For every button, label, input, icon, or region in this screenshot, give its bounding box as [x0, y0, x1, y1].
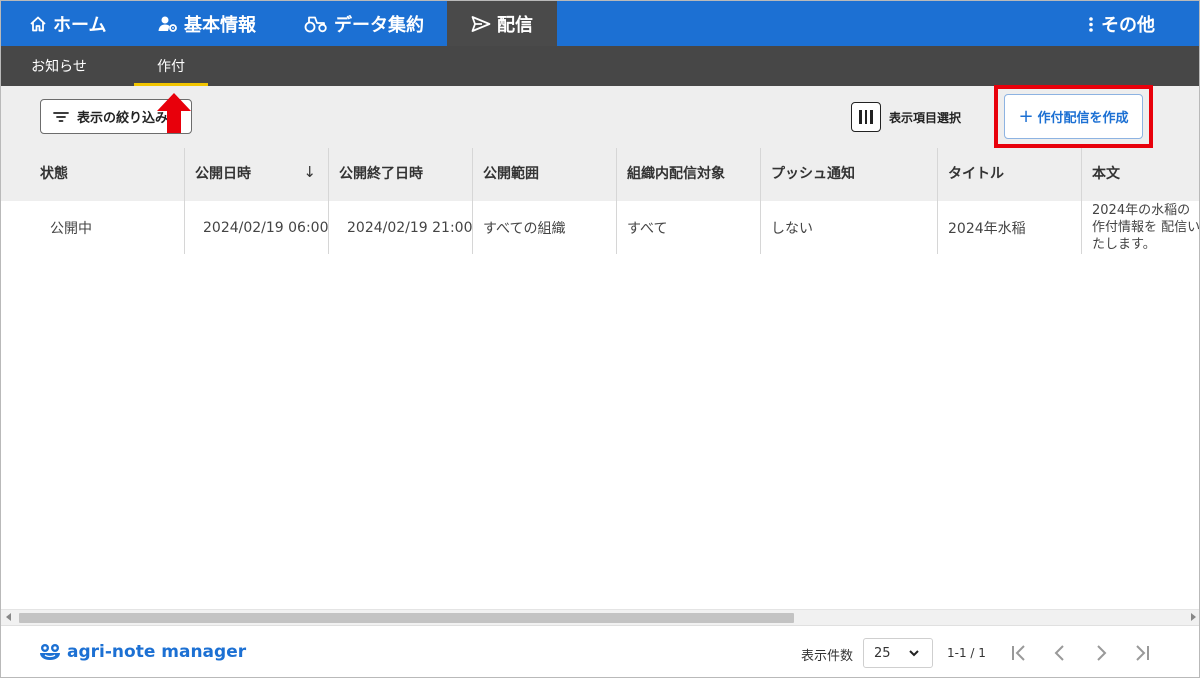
table-row[interactable]: 公開中 2024/02/19 06:00 2024/02/19 21:00 すべ…: [1, 201, 1199, 254]
column-header-status[interactable]: 状態: [1, 148, 184, 201]
cell-status: 公開中: [50, 220, 92, 237]
nav-delivery[interactable]: 配信: [447, 1, 557, 46]
create-sakuzuke-delivery-button[interactable]: + 作付配信を作成: [1004, 94, 1143, 139]
column-select-button[interactable]: 表示項目選択: [851, 102, 961, 132]
filter-button-label: 表示の絞り込み: [77, 111, 169, 126]
column-header-label: プッシュ通知: [771, 166, 855, 182]
column-header-label: 組織内配信対象: [627, 166, 725, 182]
footer: agri-note manager 表示件数 25 1-1 / 1: [1, 625, 1199, 677]
per-page-select[interactable]: 25: [863, 638, 933, 668]
subnav-sakuzuke-label: 作付: [157, 59, 185, 75]
nav-data-aggregation-label: データ集約: [334, 14, 424, 36]
home-icon: [30, 16, 46, 31]
prev-page-button[interactable]: [1048, 641, 1072, 665]
cell-publish-at: 2024/02/19 06:00: [184, 201, 328, 254]
column-header-label: タイトル: [948, 166, 1004, 182]
column-header-body[interactable]: 本文: [1081, 148, 1199, 201]
cell-publish-end: 2024/02/19 21:00: [328, 201, 472, 254]
sort-descending-icon[interactable]: ↓: [303, 165, 316, 180]
sub-nav: お知らせ 作付: [1, 46, 1199, 86]
send-icon: [471, 15, 491, 32]
nav-basic-info-label: 基本情報: [184, 14, 256, 36]
chevron-left-icon: [1054, 645, 1064, 661]
table-header: 状態 公開日時 ↓ 公開終了日時 公開範囲 組織内配信対象 プッシュ通知 タイト…: [1, 148, 1199, 201]
column-header-target[interactable]: 組織内配信対象: [616, 148, 760, 201]
last-page-icon: [1136, 645, 1149, 661]
scrollbar-thumb[interactable]: [19, 613, 794, 623]
app-window: ホーム 基本情報 データ集約 配信 その他 お知らせ 作付 表示の絞り込み 表示…: [0, 0, 1200, 678]
first-page-button[interactable]: [1007, 641, 1031, 665]
column-header-label: 公開日時: [195, 166, 251, 182]
pagination-range: 1-1 / 1: [947, 646, 986, 660]
nav-basic-info[interactable]: 基本情報: [158, 1, 256, 46]
create-button-label: 作付配信を作成: [1037, 111, 1129, 126]
cell-body: 2024年の水稲の作付情報を 配信いたします。: [1081, 201, 1199, 254]
per-page-value: 25: [874, 645, 891, 661]
plus-icon: +: [1018, 106, 1034, 127]
top-nav: ホーム 基本情報 データ集約 配信 その他: [1, 1, 1199, 46]
subnav-sakuzuke[interactable]: 作付: [134, 46, 208, 86]
last-page-button[interactable]: [1130, 641, 1154, 665]
columns-icon: [851, 102, 881, 132]
more-vertical-icon: [1089, 16, 1093, 32]
subnav-notices-label: お知らせ: [31, 59, 87, 75]
column-header-label: 状態: [40, 166, 68, 182]
column-select-label: 表示項目選択: [889, 110, 962, 125]
column-header-title[interactable]: タイトル: [937, 148, 1081, 201]
cell-scope: すべての組織: [472, 201, 616, 254]
nav-home-label: ホーム: [53, 14, 107, 36]
brand-name: agri-note manager: [67, 642, 247, 662]
nav-home[interactable]: ホーム: [29, 1, 106, 46]
filter-icon: [53, 111, 69, 122]
frog-logo-icon: [40, 644, 60, 660]
chevron-right-icon: [1097, 645, 1107, 661]
column-header-label: 公開範囲: [483, 166, 539, 182]
next-page-button[interactable]: [1089, 641, 1113, 665]
column-header-scope[interactable]: 公開範囲: [472, 148, 616, 201]
column-header-publish-end[interactable]: 公開終了日時: [328, 148, 472, 201]
scroll-right-icon[interactable]: [1191, 613, 1196, 621]
horizontal-scrollbar[interactable]: [1, 609, 1199, 625]
cell-title: 2024年水稲: [937, 201, 1081, 254]
column-header-label: 本文: [1092, 166, 1120, 182]
nav-delivery-label: 配信: [497, 14, 533, 36]
annotation-arrow-icon: [157, 93, 191, 133]
nav-more-label: その他: [1101, 14, 1155, 36]
scroll-left-icon[interactable]: [6, 613, 11, 621]
nav-more[interactable]: その他: [1087, 1, 1155, 46]
first-page-icon: [1012, 645, 1025, 661]
chevron-down-icon: [909, 650, 919, 657]
subnav-notices[interactable]: お知らせ: [17, 46, 101, 86]
user-settings-icon: [158, 16, 177, 32]
column-header-push[interactable]: プッシュ通知: [760, 148, 937, 201]
column-header-label: 公開終了日時: [339, 166, 423, 182]
column-header-publish-at[interactable]: 公開日時 ↓: [184, 148, 328, 201]
nav-data-aggregation[interactable]: データ集約: [304, 1, 424, 46]
cell-target: すべて: [616, 201, 760, 254]
brand-logo: agri-note manager: [39, 642, 246, 662]
per-page-label: 表示件数: [801, 649, 854, 664]
tractor-icon: [304, 16, 327, 32]
cell-push: しない: [760, 201, 937, 254]
